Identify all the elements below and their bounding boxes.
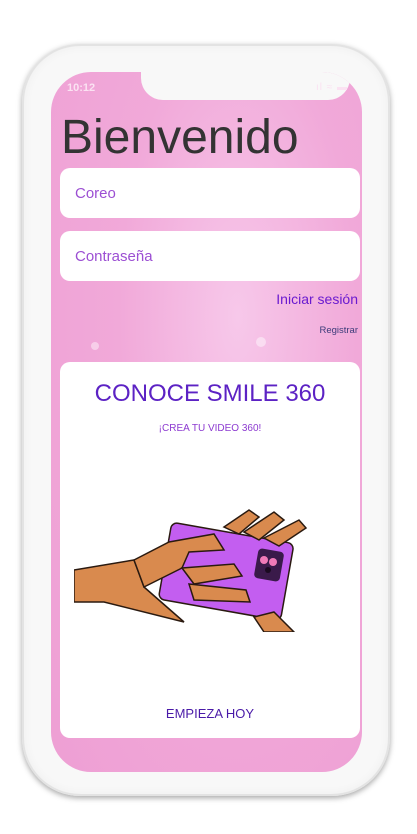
sparkle xyxy=(256,337,266,347)
promo-card: CONOCE SMILE 360 ¡CREA TU VIDEO 360! EMP… xyxy=(60,362,360,738)
password-field[interactable]: Contraseña xyxy=(60,231,360,281)
email-placeholder: Coreo xyxy=(75,184,116,202)
status-time: 10:12 xyxy=(67,82,96,94)
status-icons: ıl ≈ ▬ xyxy=(315,82,348,93)
sparkle xyxy=(91,342,99,350)
start-today-button[interactable]: EMPIEZA HOY xyxy=(60,706,360,721)
hands-holding-phone-icon xyxy=(74,509,308,632)
promo-title: CONOCE SMILE 360 xyxy=(94,380,326,407)
promo-subtitle: ¡CREA TU VIDEO 360! xyxy=(158,423,262,434)
app-screen: 10:12 ıl ≈ ▬ Bienvenido Coreo Contraseña… xyxy=(51,72,362,772)
register-link[interactable]: Registrar xyxy=(319,325,358,336)
login-link[interactable]: Iniciar sesión xyxy=(276,291,358,307)
password-placeholder: Contraseña xyxy=(75,247,153,265)
email-field[interactable]: Coreo xyxy=(60,168,360,218)
page-title: Bienvenido xyxy=(61,111,299,164)
